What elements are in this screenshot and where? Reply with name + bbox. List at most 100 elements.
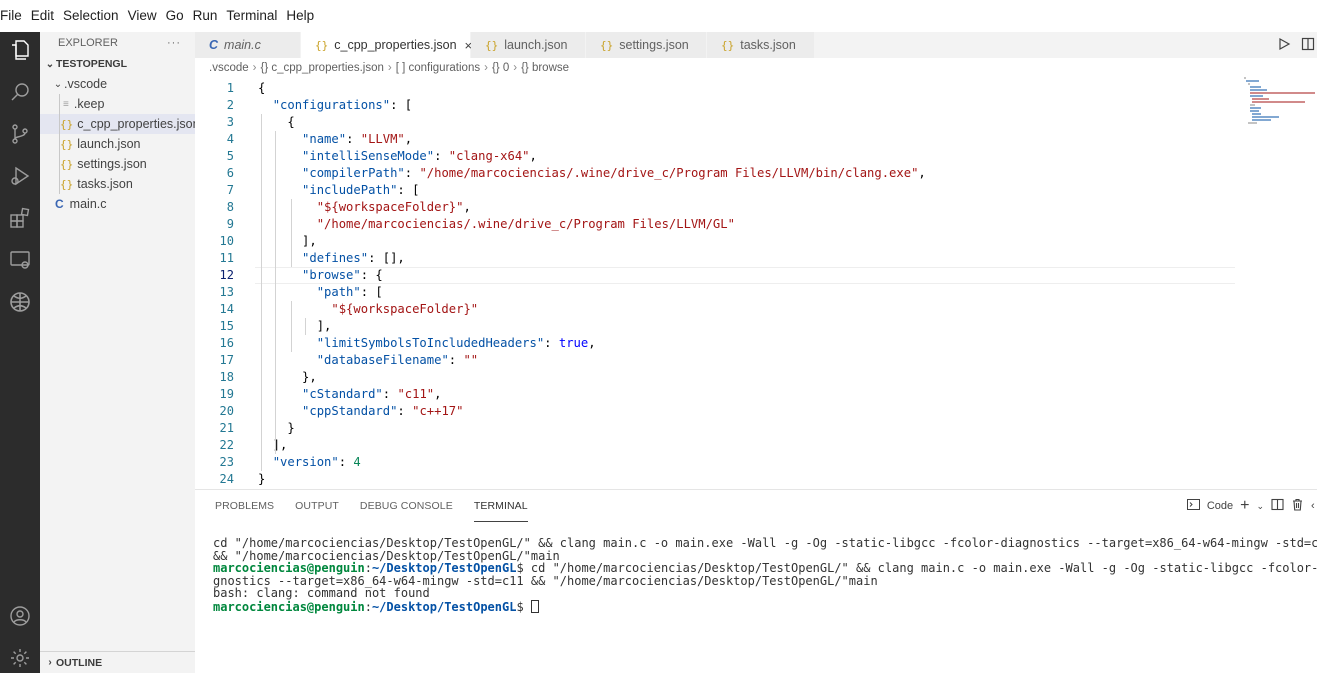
file-tasks[interactable]: {} tasks.json	[40, 174, 195, 194]
line-number: 14	[219, 302, 234, 316]
tab-main-c[interactable]: C main.c	[195, 32, 301, 58]
code-line[interactable]: 22 ],	[195, 437, 1317, 454]
breadcrumb-item[interactable]: .vscode	[209, 62, 249, 74]
code-line[interactable]: 16 "limitSymbolsToIncludedHeaders": true…	[195, 335, 1317, 352]
menu-selection[interactable]: Selection	[59, 0, 124, 32]
file-c-cpp-properties[interactable]: {} c_cpp_properties.json	[40, 114, 200, 134]
code-line[interactable]: 3 {	[195, 114, 1317, 131]
line-number: 15	[219, 319, 234, 333]
code-line[interactable]: 2 "configurations": [	[195, 97, 1317, 114]
c-file-icon: C	[209, 38, 219, 52]
settings-gear-icon[interactable]	[0, 638, 40, 673]
terminal-line: cd "/home/marcociencias/Desktop/TestOpen…	[213, 537, 1317, 550]
file-keep[interactable]: ≡ .keep	[40, 94, 195, 114]
code-line[interactable]: 19 "cStandard": "c11",	[195, 386, 1317, 403]
code-text: ],	[258, 438, 288, 452]
chevron-down-icon[interactable]: ⌄	[1256, 501, 1264, 512]
code-editor[interactable]: 1{2 "configurations": [3 {4 "name": "LLV…	[195, 80, 1317, 487]
terminal-name[interactable]: Code	[1207, 500, 1233, 512]
menu-terminal[interactable]: Terminal	[222, 0, 282, 32]
menu-file[interactable]: File	[0, 0, 27, 32]
menu-view[interactable]: View	[124, 0, 162, 32]
chevron-down-icon: ⌄	[53, 78, 63, 90]
code-line[interactable]: 9 "/home/marcociencias/.wine/drive_c/Pro…	[195, 216, 1317, 233]
code-line[interactable]: 12 "browse": {	[195, 267, 1317, 284]
breadcrumb-item[interactable]: {} 0	[492, 62, 509, 74]
line-number: 5	[226, 149, 234, 163]
menu-bar: File Edit Selection View Go Run Terminal…	[0, 0, 1317, 32]
breadcrumb-item[interactable]: [ ] configurations	[396, 62, 480, 74]
source-control-icon[interactable]	[0, 114, 40, 154]
line-number: 19	[219, 387, 234, 401]
line-number: 6	[226, 166, 234, 180]
menu-help[interactable]: Help	[282, 0, 319, 32]
new-terminal-icon[interactable]: +	[1240, 497, 1249, 515]
run-debug-icon[interactable]	[0, 156, 40, 196]
menu-edit[interactable]: Edit	[27, 0, 59, 32]
tab-c-cpp-properties[interactable]: {} c_cpp_properties.json ×	[301, 32, 472, 58]
code-text: "includePath": [	[302, 183, 420, 197]
menu-run[interactable]: Run	[189, 0, 223, 32]
code-line[interactable]: 6 "compilerPath": "/home/marcociencias/.…	[195, 165, 1317, 182]
file-launch[interactable]: {} launch.json	[40, 134, 195, 154]
code-line[interactable]: 14 "${workspaceFolder}"	[195, 301, 1317, 318]
tab-terminal[interactable]: TERMINAL	[473, 490, 528, 522]
code-line[interactable]: 15 ],	[195, 318, 1317, 335]
code-line[interactable]: 10 ],	[195, 233, 1317, 250]
remote-explorer-icon[interactable]	[0, 240, 40, 280]
menu-go[interactable]: Go	[162, 0, 189, 32]
file-label: settings.json	[77, 157, 147, 171]
search-icon[interactable]	[0, 72, 40, 112]
indent-guide	[291, 301, 292, 352]
tab-settings[interactable]: {} settings.json	[586, 32, 707, 58]
code-line[interactable]: 5 "intelliSenseMode": "clang-x64",	[195, 148, 1317, 165]
tab-tasks[interactable]: {} tasks.json	[707, 32, 815, 58]
trash-icon[interactable]	[1291, 498, 1304, 514]
breadcrumb-item[interactable]: {} browse	[521, 62, 569, 74]
line-number: 4	[226, 132, 234, 146]
panel-more-icon[interactable]: ‹	[1311, 500, 1317, 512]
code-line[interactable]: 1{	[195, 80, 1317, 97]
breadcrumb: .vscode › {} c_cpp_properties.json › [ ]…	[195, 58, 569, 78]
code-line[interactable]: 21 }	[195, 420, 1317, 437]
code-line[interactable]: 11 "defines": [],	[195, 250, 1317, 267]
code-text: "compilerPath": "/home/marcociencias/.wi…	[302, 166, 926, 180]
tab-debug-console[interactable]: DEBUG CONSOLE	[360, 490, 453, 522]
split-terminal-icon[interactable]	[1271, 498, 1284, 514]
tab-problems[interactable]: PROBLEMS	[215, 490, 274, 522]
code-line[interactable]: 23 "version": 4	[195, 454, 1317, 471]
run-icon[interactable]	[1277, 37, 1291, 54]
split-editor-icon[interactable]	[1301, 37, 1315, 54]
breadcrumb-item[interactable]: {} c_cpp_properties.json	[260, 62, 383, 74]
folder-vscode[interactable]: ⌄ .vscode	[40, 74, 195, 94]
code-line[interactable]: 13 "path": [	[195, 284, 1317, 301]
code-line[interactable]: 18 },	[195, 369, 1317, 386]
globe-icon[interactable]	[0, 282, 40, 322]
more-actions-icon[interactable]: ···	[167, 37, 181, 49]
account-icon[interactable]	[0, 596, 40, 636]
file-settings[interactable]: {} settings.json	[40, 154, 195, 174]
line-number: 21	[219, 421, 234, 435]
workspace-root[interactable]: ⌄ TESTOPENGL	[40, 54, 195, 74]
code-text: {	[258, 115, 295, 129]
code-line[interactable]: 24}	[195, 471, 1317, 487]
json-file-icon: {}	[60, 177, 74, 191]
code-line[interactable]: 7 "includePath": [	[195, 182, 1317, 199]
code-text: "browse": {	[302, 268, 383, 282]
file-main-c[interactable]: C main.c	[40, 194, 195, 214]
terminal-cursor	[530, 599, 539, 613]
code-line[interactable]: 4 "name": "LLVM",	[195, 131, 1317, 148]
tab-launch[interactable]: {} launch.json	[471, 32, 586, 58]
tab-output[interactable]: OUTPUT	[295, 490, 339, 522]
terminal-output[interactable]: cd "/home/marcociencias/Desktop/TestOpen…	[213, 537, 1317, 614]
code-line[interactable]: 17 "databaseFilename": ""	[195, 352, 1317, 369]
minimap[interactable]	[1243, 76, 1317, 126]
explorer-sidebar: EXPLORER ··· ⌄ TESTOPENGL ⌄ .vscode ≡ .k…	[40, 32, 200, 673]
explorer-icon[interactable]	[0, 30, 40, 70]
json-file-icon: {}	[60, 157, 74, 171]
code-line[interactable]: 20 "cppStandard": "c++17"	[195, 403, 1317, 420]
file-label: c_cpp_properties.json	[77, 117, 200, 131]
outline-section[interactable]: › OUTLINE	[40, 651, 195, 673]
code-line[interactable]: 8 "${workspaceFolder}",	[195, 199, 1317, 216]
extensions-icon[interactable]	[0, 198, 40, 238]
